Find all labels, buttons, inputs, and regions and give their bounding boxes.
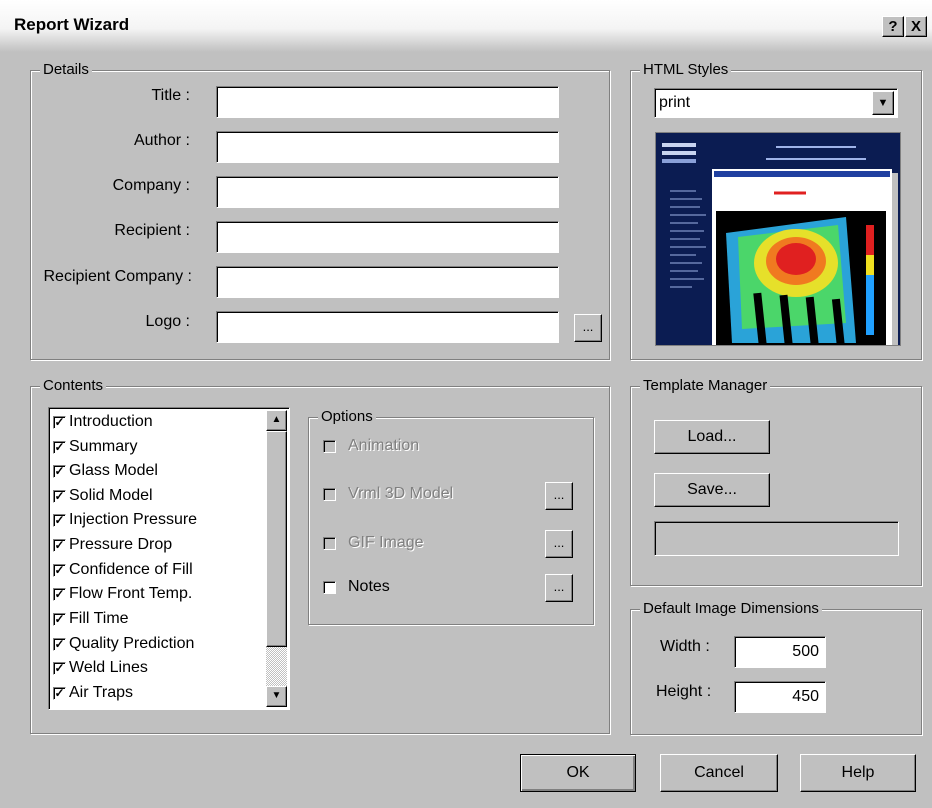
html-style-selected: print: [659, 94, 691, 111]
help-icon[interactable]: ?: [882, 16, 904, 37]
contents-list[interactable]: ✓ Introduction ✓ Summary ✓ Glass Model ✓ Sol…: [48, 407, 290, 710]
width-field[interactable]: 500: [734, 636, 826, 668]
recipient-field[interactable]: [216, 221, 559, 253]
gif-image-label: GIF Image: [348, 534, 424, 551]
list-item[interactable]: ✓ Quality Prediction: [53, 632, 194, 656]
list-item[interactable]: ✓ Pressure Drop: [53, 533, 172, 557]
list-item[interactable]: ✓ Weld Lines: [53, 656, 148, 680]
recipient-company-field[interactable]: [216, 266, 559, 298]
options-legend: Options: [318, 408, 376, 426]
vrml-label: Vrml 3D Model: [348, 485, 454, 502]
details-legend: Details: [40, 61, 92, 79]
scrollbar-thumb[interactable]: [266, 431, 287, 647]
window-title: Report Wizard: [14, 15, 130, 34]
help-button[interactable]: Help: [800, 754, 916, 792]
list-item[interactable]: ✓ Summary: [53, 435, 137, 459]
report-preview-icon: [656, 133, 900, 345]
gif-image-checkbox[interactable]: [323, 537, 336, 550]
list-item[interactable]: ✓ Flow Front Temp.: [53, 582, 192, 606]
html-styles-legend: HTML Styles: [640, 61, 732, 79]
title-label: Title :: [151, 87, 190, 104]
animation-checkbox[interactable]: [323, 440, 336, 453]
scroll-up-icon[interactable]: ▲: [266, 410, 287, 431]
company-label: Company :: [112, 177, 190, 194]
height-field[interactable]: 450: [734, 681, 826, 713]
recipient-label: Recipient :: [114, 222, 190, 239]
cancel-button[interactable]: Cancel: [660, 754, 778, 792]
image-dimensions-legend: Default Image Dimensions: [640, 600, 822, 618]
scroll-down-icon[interactable]: ▼: [266, 686, 287, 707]
notes-label: Notes: [348, 578, 390, 595]
checkbox-checked-icon[interactable]: ✓: [53, 563, 66, 577]
width-label: Width :: [660, 638, 710, 655]
company-field[interactable]: [216, 176, 559, 208]
list-item[interactable]: ✓ Solid Model: [53, 484, 153, 508]
checkbox-checked-icon[interactable]: ✓: [53, 637, 66, 651]
author-label: Author :: [133, 132, 190, 149]
checkbox-checked-icon[interactable]: ✓: [53, 489, 66, 503]
list-item[interactable]: ✓ Fill Time: [53, 607, 129, 631]
checkbox-checked-icon[interactable]: ✓: [53, 513, 66, 527]
list-item[interactable]: ✓ Air Traps: [53, 681, 133, 705]
checkbox-checked-icon[interactable]: ✓: [53, 587, 66, 601]
template-name-field[interactable]: [654, 521, 899, 556]
chevron-down-icon[interactable]: ▼: [872, 91, 894, 115]
checkbox-checked-icon[interactable]: ✓: [53, 415, 66, 429]
logo-label: Logo :: [145, 313, 190, 330]
height-label: Height :: [656, 683, 712, 700]
title-bar[interactable]: [0, 0, 932, 52]
vrml-browse-button[interactable]: ...: [545, 482, 573, 510]
list-item[interactable]: ✓ Glass Model: [53, 459, 158, 483]
logo-browse-button[interactable]: ...: [574, 314, 602, 342]
vrml-checkbox[interactable]: [323, 488, 336, 501]
title-field[interactable]: [216, 86, 559, 118]
image-dimensions-group: [630, 609, 922, 735]
checkbox-checked-icon[interactable]: ✓: [53, 686, 66, 700]
checkbox-checked-icon[interactable]: ✓: [53, 440, 66, 454]
html-style-select[interactable]: print: [654, 88, 898, 118]
load-template-button[interactable]: Load...: [654, 420, 770, 454]
list-item[interactable]: ✓ Introduction: [53, 410, 153, 434]
template-manager-legend: Template Manager: [640, 377, 771, 395]
save-template-button[interactable]: Save...: [654, 473, 770, 507]
notes-browse-button[interactable]: ...: [545, 574, 573, 602]
close-icon[interactable]: X: [905, 16, 927, 37]
list-item[interactable]: ✓ Injection Pressure: [53, 508, 197, 532]
notes-checkbox[interactable]: [323, 581, 336, 594]
logo-field[interactable]: [216, 311, 559, 343]
animation-label: Animation: [348, 437, 420, 454]
author-field[interactable]: [216, 131, 559, 163]
contents-legend: Contents: [40, 377, 107, 395]
checkbox-checked-icon[interactable]: ✓: [53, 464, 66, 478]
recipient-company-label: Recipient Company :: [43, 268, 192, 285]
ok-button[interactable]: OK: [520, 754, 636, 792]
report-preview-thumbnail: [655, 132, 901, 346]
checkbox-checked-icon[interactable]: ✓: [53, 538, 66, 552]
gif-browse-button[interactable]: ...: [545, 530, 573, 558]
list-item[interactable]: ✓ Confidence of Fill: [53, 558, 193, 582]
checkbox-checked-icon[interactable]: ✓: [53, 661, 66, 675]
checkbox-checked-icon[interactable]: ✓: [53, 612, 66, 626]
